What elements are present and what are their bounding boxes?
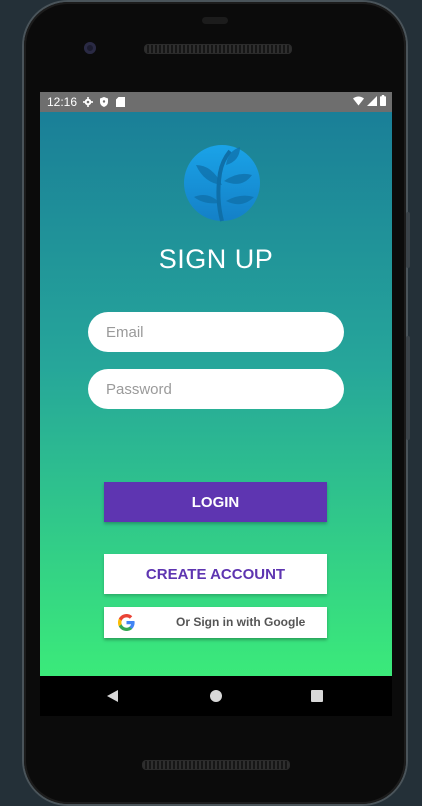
- volume-button: [406, 212, 410, 268]
- create-account-label: CREATE ACCOUNT: [145, 565, 286, 583]
- power-button: [406, 336, 410, 440]
- status-time: 12:16: [47, 95, 78, 109]
- back-triangle-icon[interactable]: [107, 690, 118, 702]
- recents-square-icon[interactable]: [311, 690, 323, 702]
- email-field[interactable]: [88, 312, 344, 352]
- bottom-speaker-grille: [142, 760, 290, 770]
- sd-card-icon: [115, 97, 125, 107]
- gear-icon: [83, 97, 94, 107]
- login-button-label: LOGIN: [191, 493, 240, 511]
- google-signin-button[interactable]: Or Sign in with Google: [104, 607, 327, 638]
- status-bar: 12:16: [40, 92, 392, 112]
- login-button[interactable]: LOGIN: [104, 482, 327, 522]
- signal-icon: [367, 95, 377, 109]
- password-field[interactable]: [88, 369, 344, 409]
- signup-screen: SIGN UP LOGIN CREATE ACCOUNT Or Sign in …: [40, 112, 392, 676]
- page-title: SIGN UP: [158, 244, 274, 274]
- shield-icon: [99, 97, 109, 107]
- google-g-icon: [118, 614, 135, 631]
- google-signin-label: Or Sign in with Google: [176, 615, 306, 629]
- front-camera: [84, 42, 96, 54]
- earpiece: [202, 17, 228, 24]
- system-nav-bar: [40, 676, 392, 716]
- top-speaker-grille: [144, 44, 292, 54]
- wifi-icon: [353, 95, 364, 109]
- battery-icon: [380, 95, 386, 109]
- leaf-logo-icon: [184, 145, 260, 222]
- create-account-button[interactable]: CREATE ACCOUNT: [104, 554, 327, 594]
- home-circle-icon[interactable]: [210, 690, 222, 702]
